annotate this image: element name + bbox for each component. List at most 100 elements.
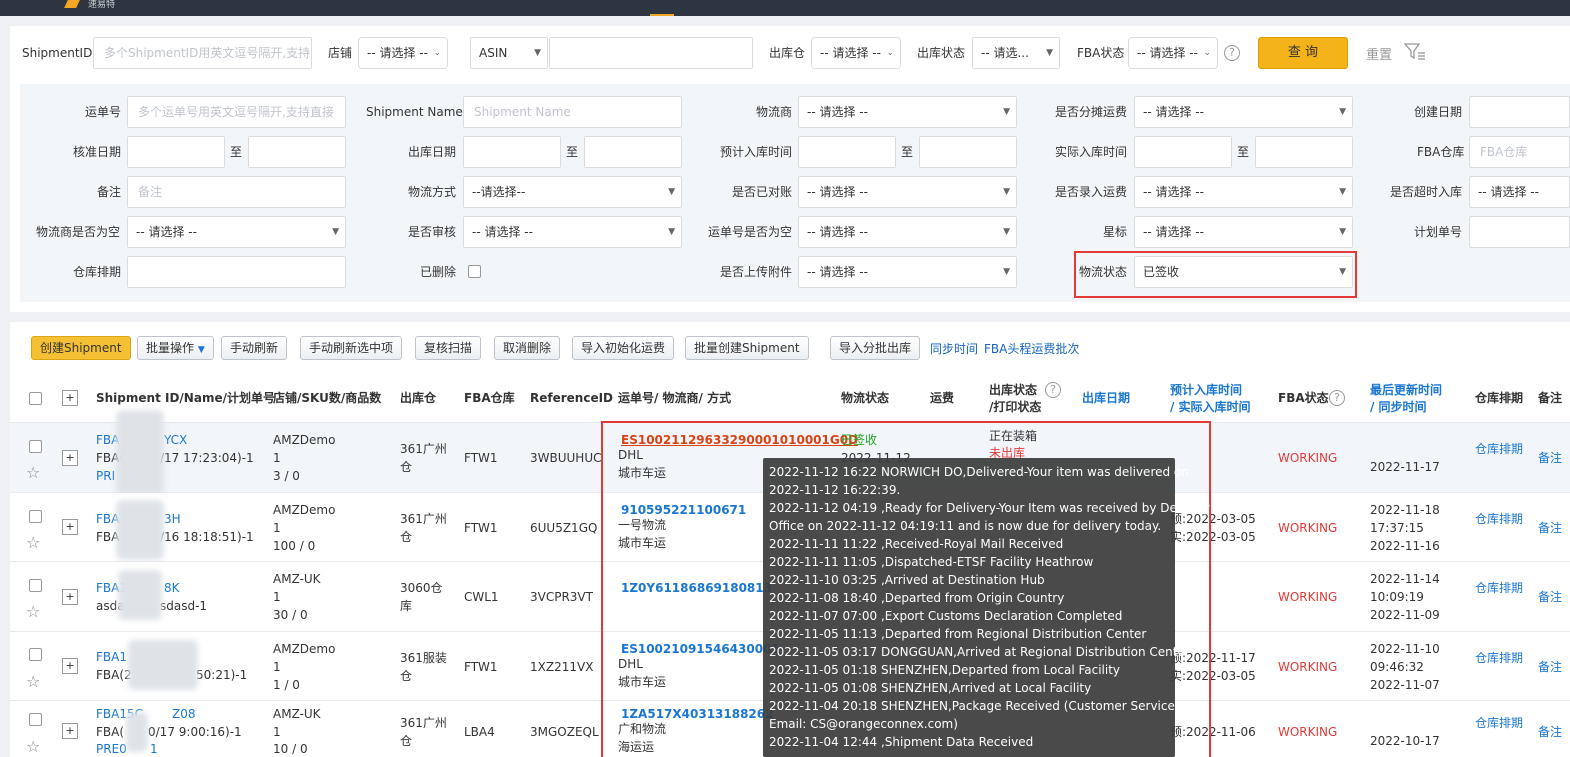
row-checkbox[interactable] bbox=[29, 440, 42, 453]
shipment-id[interactable]: FBA1 bbox=[96, 648, 127, 666]
query-button[interactable]: 查 询 bbox=[1258, 37, 1348, 69]
carrier-select[interactable]: -- 请选择 -- ▼ bbox=[798, 96, 1017, 128]
help-icon[interactable]: ? bbox=[1329, 390, 1345, 406]
star-icon[interactable]: ☆ bbox=[26, 535, 40, 551]
reconciled-select[interactable]: -- 请选择 -- ▼ bbox=[798, 176, 1017, 208]
reset-button[interactable]: 重置 bbox=[1366, 44, 1392, 63]
remark-link[interactable]: 备注 bbox=[1538, 588, 1562, 606]
help-icon[interactable]: ? bbox=[1224, 45, 1240, 61]
remark-link[interactable]: 备注 bbox=[1538, 723, 1562, 741]
asin-type-select[interactable]: ASIN ▼ bbox=[470, 37, 548, 69]
shipment-id-tail[interactable]: 8K bbox=[164, 579, 180, 597]
row-checkbox[interactable] bbox=[29, 648, 42, 661]
sync-time-link[interactable]: 同步时间 bbox=[930, 340, 978, 357]
row-checkbox[interactable] bbox=[29, 510, 42, 523]
schedule-link[interactable]: 仓库排期 bbox=[1475, 649, 1525, 667]
col-ata[interactable]: / 实际入库时间 bbox=[1170, 399, 1251, 415]
eta-end[interactable] bbox=[919, 136, 1017, 168]
manual-refresh-button[interactable]: 手动刷新 bbox=[221, 336, 288, 360]
deleted-checkbox[interactable] bbox=[468, 265, 481, 278]
carrier-empty-select[interactable]: -- 请选择 -- ▼ bbox=[127, 216, 346, 248]
sku-count: 1 bbox=[273, 660, 281, 674]
star-icon[interactable]: ☆ bbox=[26, 674, 40, 690]
batch-ops-button[interactable]: 批量操作 ▼ bbox=[137, 336, 214, 360]
out-date-start[interactable] bbox=[463, 136, 561, 168]
schedule-link[interactable]: 仓库排期 bbox=[1475, 440, 1525, 458]
cancel-delete-button[interactable]: 取消删除 bbox=[494, 336, 561, 360]
create-date-input[interactable] bbox=[1469, 96, 1570, 128]
out-date-label: 出库日期 bbox=[408, 145, 457, 159]
plan-no[interactable]: PRI bbox=[96, 467, 115, 485]
tracking-no-input[interactable]: 多个运单号用英文逗号隔开,支持直接 bbox=[127, 96, 346, 128]
expand-row-icon[interactable]: + bbox=[62, 723, 78, 739]
shipment-id-tail[interactable]: Z08 bbox=[172, 705, 196, 723]
plan-no[interactable]: PRE0 bbox=[96, 740, 127, 757]
schedule-link[interactable]: 仓库排期 bbox=[1475, 579, 1525, 597]
expand-row-icon[interactable]: + bbox=[62, 519, 78, 535]
shipment-id-input[interactable]: 多个ShipmentID用英文逗号隔开,支持 bbox=[93, 37, 312, 69]
col-ref: ReferenceID bbox=[530, 391, 614, 405]
shipment-id-tail[interactable]: YCX bbox=[164, 431, 187, 449]
approve-date-start[interactable] bbox=[127, 136, 225, 168]
row-checkbox[interactable] bbox=[29, 579, 42, 592]
schedule-link[interactable]: 仓库排期 bbox=[1475, 510, 1525, 528]
expand-row-icon[interactable]: + bbox=[62, 589, 78, 605]
col-out-date[interactable]: 出库日期 bbox=[1082, 390, 1130, 406]
star-select[interactable]: -- 请选择 -- ▼ bbox=[1134, 216, 1353, 248]
star-icon[interactable]: ☆ bbox=[26, 739, 40, 755]
schedule-link[interactable]: 仓库排期 bbox=[1475, 714, 1525, 732]
carrier-label: 物流商 bbox=[756, 105, 793, 119]
plan-no-input[interactable] bbox=[1469, 216, 1570, 248]
batch-create-button[interactable]: 批量创建Shipment bbox=[685, 336, 809, 360]
out-date-end[interactable] bbox=[584, 136, 682, 168]
fba-status-select[interactable]: -- 请选择 -- ⌄ bbox=[1128, 37, 1218, 69]
shipment-name-input[interactable]: Shipment Name bbox=[463, 96, 682, 128]
ata-start[interactable] bbox=[1134, 136, 1232, 168]
remark-link[interactable]: 备注 bbox=[1538, 519, 1562, 537]
create-shipment-button[interactable]: 创建Shipment bbox=[31, 336, 131, 360]
overtime-label: 是否超时入库 bbox=[1390, 185, 1463, 199]
out-status-select[interactable]: -- 请选... ▼ bbox=[972, 37, 1060, 69]
select-all-checkbox[interactable] bbox=[29, 392, 42, 405]
overtime-select[interactable]: -- 请选择 -- bbox=[1469, 176, 1570, 208]
audited-select[interactable]: -- 请选择 -- ▼ bbox=[463, 216, 682, 248]
attachment-select[interactable]: -- 请选择 -- ▼ bbox=[798, 256, 1017, 288]
shipping-method-select[interactable]: --请选择-- ▼ bbox=[463, 176, 682, 208]
remark-link[interactable]: 备注 bbox=[1538, 449, 1562, 467]
col-eta[interactable]: 预计入库时间 bbox=[1170, 382, 1242, 398]
expand-all-icon[interactable]: + bbox=[62, 390, 78, 406]
row-checkbox[interactable] bbox=[29, 713, 42, 726]
tracking-empty-select[interactable]: -- 请选择 -- ▼ bbox=[798, 216, 1017, 248]
col-updated[interactable]: 最后更新时间 bbox=[1370, 382, 1442, 398]
import-split-out-button[interactable]: 导入分批出库 bbox=[830, 336, 921, 360]
help-icon[interactable]: ? bbox=[1045, 382, 1061, 398]
fba-warehouse-input[interactable]: FBA仓库 bbox=[1469, 136, 1570, 168]
approve-date-end[interactable] bbox=[248, 136, 346, 168]
import-init-freight-button[interactable]: 导入初始化运费 bbox=[572, 336, 675, 360]
manual-refresh-selected-button[interactable]: 手动刷新选中项 bbox=[300, 336, 403, 360]
warehouse-schedule-input[interactable] bbox=[127, 256, 346, 288]
star-icon[interactable]: ☆ bbox=[26, 604, 40, 620]
star-icon[interactable]: ☆ bbox=[26, 465, 40, 481]
warehouse-out-select[interactable]: -- 请选择 -- ⌄ bbox=[811, 37, 901, 69]
filter-settings-icon[interactable] bbox=[1404, 42, 1426, 62]
expand-row-icon[interactable]: + bbox=[62, 450, 78, 466]
reconciled-label: 是否已对账 bbox=[732, 185, 793, 199]
expand-row-icon[interactable]: + bbox=[62, 658, 78, 674]
plan-no-tail[interactable]: 1 bbox=[150, 740, 158, 757]
shop: AMZDemo bbox=[273, 503, 336, 517]
fba-freight-batch-link[interactable]: FBA头程运费批次 bbox=[984, 340, 1079, 357]
eta-start[interactable] bbox=[798, 136, 896, 168]
shipment-id-tail[interactable]: 3H bbox=[164, 510, 181, 528]
deleted-label: 已删除 bbox=[420, 265, 457, 279]
asin-input[interactable] bbox=[549, 37, 753, 69]
shop-select[interactable]: -- 请选择 -- ⌄ bbox=[358, 37, 448, 69]
split-freight-select[interactable]: -- 请选择 -- ▼ bbox=[1134, 96, 1353, 128]
remark-link[interactable]: 备注 bbox=[1538, 658, 1562, 676]
ata-end[interactable] bbox=[1255, 136, 1353, 168]
shipment-id-label: ShipmentID bbox=[22, 46, 93, 60]
freight-entered-select[interactable]: -- 请选择 -- ▼ bbox=[1134, 176, 1353, 208]
remark-input[interactable]: 备注 bbox=[127, 176, 346, 208]
col-synced[interactable]: / 同步时间 bbox=[1370, 399, 1427, 415]
recheck-scan-button[interactable]: 复核扫描 bbox=[415, 336, 482, 360]
